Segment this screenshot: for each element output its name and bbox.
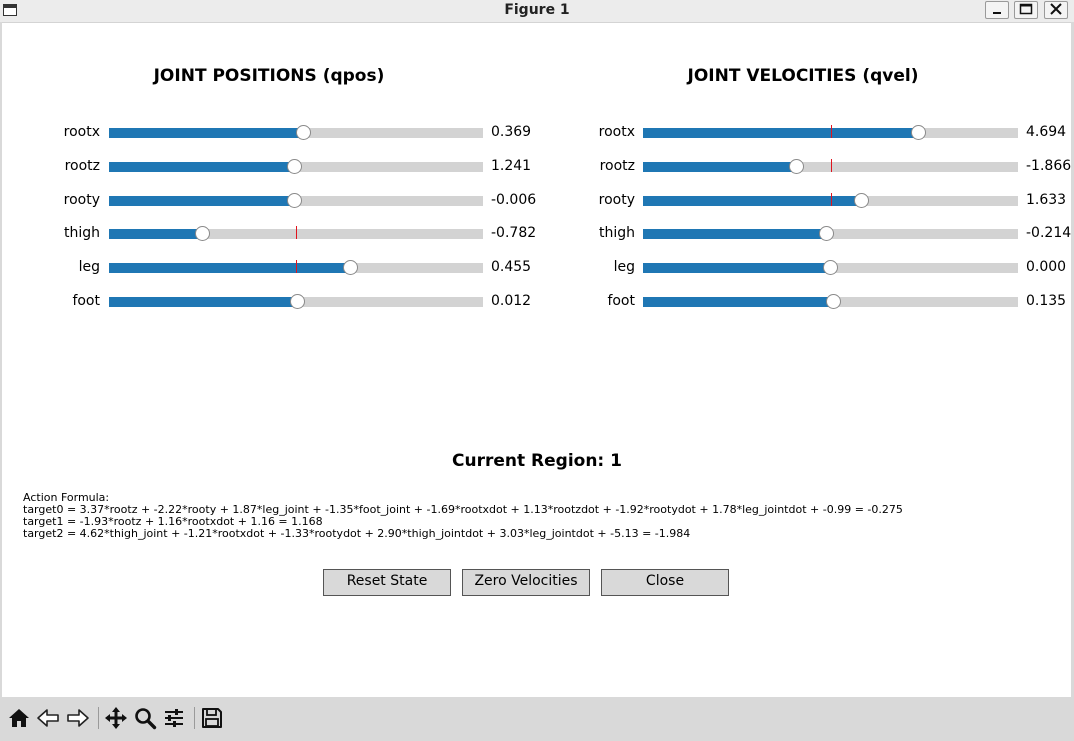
velocities-title: JOINT VELOCITIES (qvel)	[687, 66, 919, 86]
slider-label: rootz	[64, 158, 100, 174]
slider-label: thigh	[63, 225, 100, 241]
slider-value: 0.455	[491, 259, 532, 275]
slider-label: leg	[613, 259, 635, 275]
slider-foot[interactable]	[109, 294, 483, 309]
toolbar-separator	[98, 707, 99, 729]
slider-handle[interactable]	[826, 294, 841, 309]
current-region-label: Current Region: 1	[452, 451, 622, 471]
slider-value: -0.782	[491, 225, 537, 241]
slider-leg[interactable]	[109, 260, 483, 275]
slider-rooty[interactable]	[109, 193, 483, 208]
slider-value: 4.694	[1026, 124, 1067, 140]
slider-leg[interactable]	[643, 260, 1018, 275]
save-icon[interactable]	[200, 706, 224, 730]
slider-label: foot	[72, 293, 100, 309]
reference-marker	[830, 193, 832, 206]
slider-handle[interactable]	[286, 193, 302, 208]
slider-value: 1.633	[1026, 192, 1067, 208]
slider-fill	[643, 162, 796, 172]
slider-handle[interactable]	[286, 159, 302, 174]
slider-handle[interactable]	[342, 260, 358, 275]
slider-label: foot	[607, 293, 635, 309]
slider-value: -0.006	[491, 192, 537, 208]
slider-thigh[interactable]	[109, 226, 483, 241]
slider-fill	[109, 263, 351, 273]
slider-rootz[interactable]	[109, 159, 483, 174]
maximize-icon	[1015, 1, 1037, 22]
zoom-icon[interactable]	[133, 706, 157, 730]
slider-label: rootx	[63, 124, 100, 140]
slider-fill	[643, 263, 831, 273]
slider-fill	[643, 128, 919, 138]
navigation-toolbar	[2, 697, 1071, 741]
slider-handle[interactable]	[295, 125, 311, 140]
slider-fill	[643, 297, 834, 307]
toolbar-separator	[194, 707, 195, 729]
window-title: Figure 1	[504, 2, 570, 18]
reference-marker	[296, 260, 297, 273]
slider-fill	[109, 297, 298, 307]
reference-marker	[830, 125, 832, 138]
reset-state-button[interactable]: Reset State	[323, 569, 451, 596]
slider-value: 1.241	[491, 158, 532, 174]
slider-label: rootz	[599, 158, 635, 174]
slider-fill	[643, 196, 862, 206]
slider-label: thigh	[598, 225, 635, 241]
slider-handle[interactable]	[818, 226, 834, 241]
slider-handle[interactable]	[788, 159, 804, 174]
close-icon	[1045, 1, 1067, 22]
slider-fill	[109, 128, 304, 138]
slider-value: 0.135	[1026, 293, 1067, 309]
minimize-button[interactable]	[985, 1, 1009, 19]
slider-value: -0.214	[1026, 225, 1072, 241]
slider-fill	[109, 229, 203, 239]
slider-label: rooty	[598, 192, 635, 208]
slider-rooty[interactable]	[643, 193, 1018, 208]
slider-value: 0.369	[491, 124, 532, 140]
slider-fill	[109, 196, 295, 206]
window-titlebar: Figure 1	[0, 0, 1074, 23]
slider-handle[interactable]	[823, 260, 838, 275]
slider-label: rooty	[63, 192, 100, 208]
slider-handle[interactable]	[195, 226, 210, 241]
minimize-icon	[986, 1, 1008, 22]
slider-thigh[interactable]	[643, 226, 1018, 241]
close-button[interactable]: Close	[601, 569, 729, 596]
slider-value: -1.866	[1026, 158, 1072, 174]
configure-subplots-icon[interactable]	[162, 706, 186, 730]
pan-icon[interactable]	[104, 706, 128, 730]
slider-label: rootx	[598, 124, 635, 140]
reference-marker	[830, 159, 832, 172]
positions-title: JOINT POSITIONS (qpos)	[153, 66, 385, 86]
zero-velocities-button[interactable]: Zero Velocities	[462, 569, 590, 596]
formula-line-target2: target2 = 4.62*thigh_joint + -1.21*rootx…	[23, 527, 691, 540]
slider-rootz[interactable]	[643, 159, 1018, 174]
home-icon[interactable]	[7, 706, 31, 730]
back-arrow-icon[interactable]	[36, 706, 60, 730]
slider-foot[interactable]	[643, 294, 1018, 309]
forward-arrow-icon[interactable]	[66, 706, 90, 730]
slider-rootx[interactable]	[109, 125, 483, 140]
close-window-button[interactable]	[1044, 1, 1068, 19]
reference-marker	[296, 226, 297, 239]
slider-rootx[interactable]	[643, 125, 1018, 140]
slider-fill	[109, 162, 295, 172]
maximize-button[interactable]	[1014, 1, 1038, 19]
slider-handle[interactable]	[853, 193, 869, 208]
slider-value: 0.012	[491, 293, 532, 309]
action-formula: Action Formula: target0 = 3.37*rootz + -2…	[23, 492, 903, 540]
slider-label: leg	[78, 259, 100, 275]
slider-handle[interactable]	[289, 294, 305, 309]
slider-handle[interactable]	[911, 125, 927, 140]
slider-fill	[643, 229, 826, 239]
slider-value: 0.000	[1026, 259, 1067, 275]
